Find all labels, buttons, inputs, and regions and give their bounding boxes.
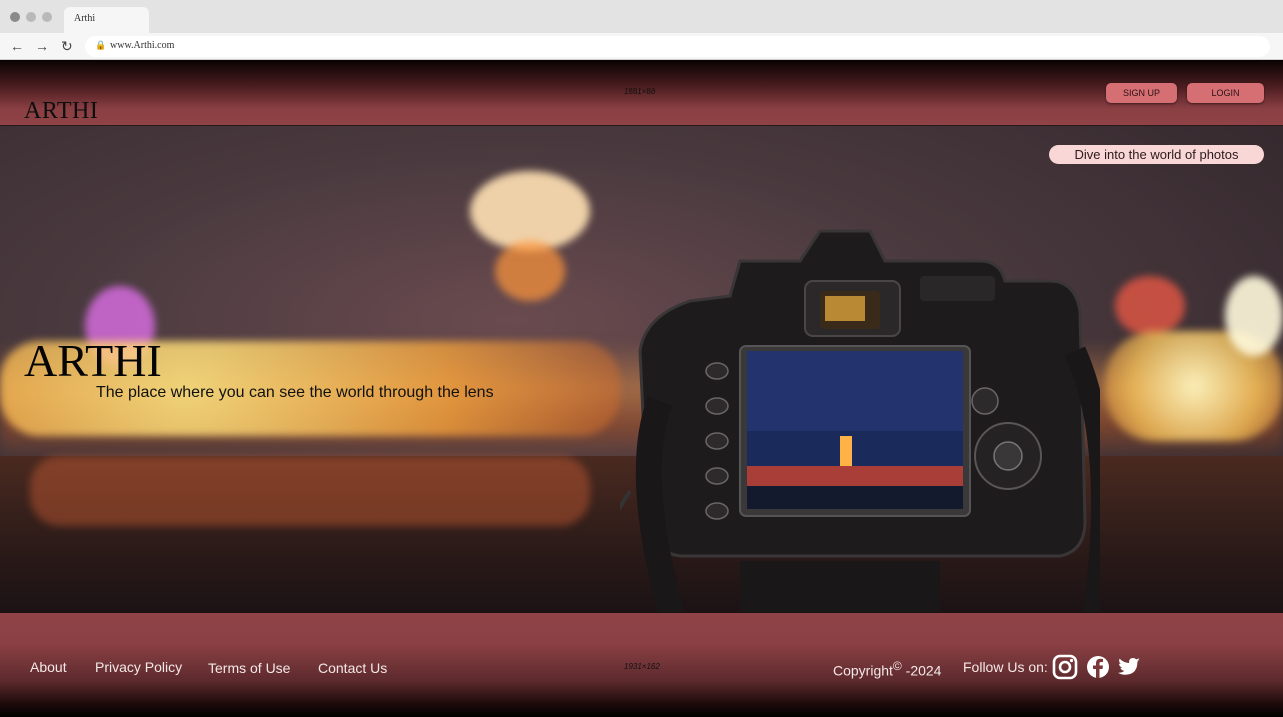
bokeh-light <box>470 171 590 251</box>
sign-up-button[interactable]: SIGN UP <box>1106 83 1177 103</box>
bokeh-light <box>1225 276 1283 356</box>
lock-icon: 🔒 <box>95 40 107 50</box>
footer-link-about[interactable]: About <box>30 659 67 675</box>
hero-banner: Dive into the world of photos ARTHI The … <box>0 125 1283 613</box>
window-controls <box>10 12 52 22</box>
instagram-icon[interactable] <box>1052 654 1078 680</box>
camera-illustration <box>620 229 1100 612</box>
reload-icon[interactable]: ↻ <box>61 38 73 54</box>
maximize-window-icon[interactable] <box>42 12 52 22</box>
login-button[interactable]: LOGIN <box>1187 83 1264 103</box>
footer-size-tag: 1931×162 <box>624 662 660 671</box>
follow-us-label: Follow Us on: <box>963 659 1048 675</box>
footer-link-terms-of-use[interactable]: Terms of Use <box>208 660 290 676</box>
hero-title: ARTHI <box>24 335 162 386</box>
copyright-prefix: Copyright <box>833 662 893 679</box>
promo-pill[interactable]: Dive into the world of photos <box>1049 145 1264 164</box>
copyright-year: -2024 <box>905 662 942 679</box>
address-url: www.Arthi.com <box>110 40 175 51</box>
copyright-text: Copyright© -2024 <box>833 659 941 679</box>
footer-link-contact-us[interactable]: Contact Us <box>318 660 387 676</box>
site-header: ARTHI 68×1881 SIGN UP LOGIN <box>0 60 1283 125</box>
forward-arrow-icon[interactable]: → <box>35 38 49 54</box>
minimize-window-icon[interactable] <box>26 12 36 22</box>
bokeh-light <box>1115 276 1185 336</box>
site-logo[interactable]: ARTHI <box>24 98 98 125</box>
bokeh-light <box>30 456 590 526</box>
footer-link-privacy-policy[interactable]: Privacy Policy <box>95 659 182 675</box>
browser-tab-title: Arthi <box>74 13 96 24</box>
twitter-icon[interactable] <box>1116 654 1142 680</box>
bokeh-light <box>495 241 565 301</box>
hero-subtitle: The place where you can see the world th… <box>96 384 494 401</box>
browser-toolbar: ← → ↻ 🔒 www.Arthi.com <box>0 33 1283 60</box>
address-bar[interactable]: 🔒 www.Arthi.com <box>85 36 1270 57</box>
close-window-icon[interactable] <box>10 12 20 22</box>
facebook-icon[interactable] <box>1085 654 1111 680</box>
back-arrow-icon[interactable]: ← <box>10 38 24 54</box>
copyright-symbol: © <box>892 659 902 673</box>
browser-tab-strip: Arthi <box>0 0 1283 33</box>
site-footer: About Privacy Policy Terms of Use Contac… <box>0 613 1283 717</box>
browser-tab[interactable]: Arthi <box>64 7 149 33</box>
header-size-tag: 68×1881 <box>624 87 656 96</box>
